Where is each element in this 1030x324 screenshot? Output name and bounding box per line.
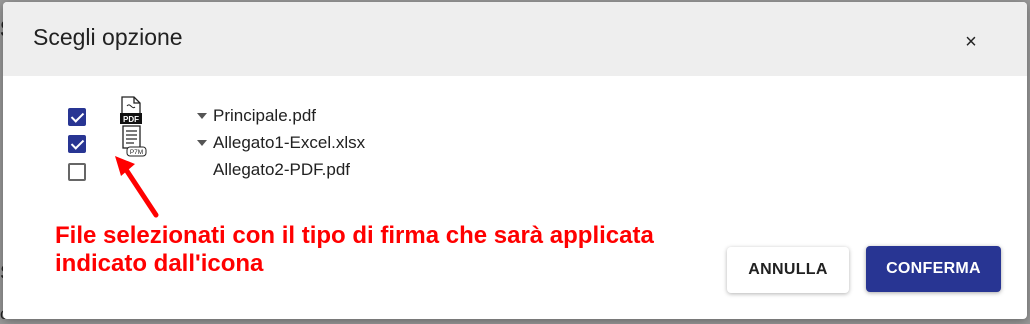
dialog-header: Scegli opzione × <box>3 2 1027 76</box>
annotation-arrow-icon <box>115 156 159 218</box>
pdf-signature-icon: PDF <box>120 96 142 124</box>
confirm-button[interactable]: CONFERMA <box>866 246 1001 292</box>
expand-caret-principale[interactable] <box>197 113 207 119</box>
annotation-line-1: File selezionati con il tipo di firma ch… <box>55 222 654 249</box>
file-name-allegato1[interactable]: Allegato1-Excel.xlsx <box>213 133 365 153</box>
close-icon: × <box>965 30 977 53</box>
dialog-title: Scegli opzione <box>33 24 183 50</box>
pdf-icon-label: PDF <box>123 115 139 124</box>
annotation-text: File selezionati con il tipo di firma ch… <box>55 222 735 278</box>
cancel-button[interactable]: ANNULLA <box>727 247 849 293</box>
file-checkbox-allegato2[interactable] <box>68 163 86 181</box>
file-name-allegato2[interactable]: Allegato2-PDF.pdf <box>213 160 350 180</box>
expand-caret-allegato1[interactable] <box>197 140 207 146</box>
file-name-principale[interactable]: Principale.pdf <box>213 106 316 126</box>
annotation-line-2: indicato dall'icona <box>55 250 264 277</box>
file-checkbox-allegato1[interactable] <box>68 135 86 153</box>
choose-option-dialog: Scegli opzione × PDF P7M Principale.pdf … <box>3 2 1027 319</box>
file-checkbox-principale[interactable] <box>68 108 86 126</box>
close-button[interactable]: × <box>959 30 983 54</box>
p7m-signature-icon: P7M <box>122 125 147 157</box>
